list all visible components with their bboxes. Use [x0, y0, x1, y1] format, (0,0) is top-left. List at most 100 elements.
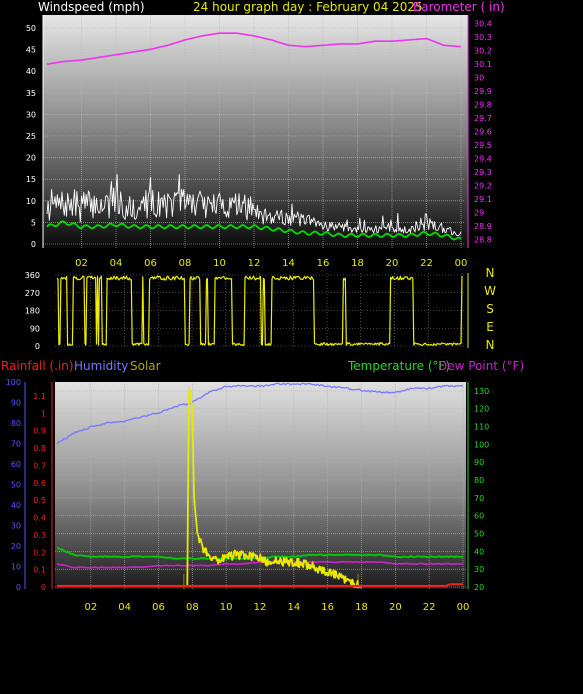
barometer-tick-label: 30.1 — [474, 60, 492, 69]
barometer-tick-label: 29 — [474, 208, 484, 217]
barometer-tick-label: 28.8 — [474, 235, 492, 244]
rainfall-tick-label: 0.4 — [33, 514, 46, 523]
hour-tick-label: 10 — [220, 602, 233, 613]
barometer-tick-label: 29.8 — [474, 101, 492, 110]
rainfall-tick-label: 0.5 — [33, 496, 46, 505]
hour-tick-label: 02 — [84, 602, 97, 613]
barometer-tick-label: 29.7 — [474, 114, 492, 123]
temperature-tick-label: 120 — [474, 405, 489, 414]
legend-solar: Solar — [130, 359, 161, 373]
temperature-tick-label: 50 — [474, 530, 484, 539]
rainfall-tick-label: 0.8 — [33, 444, 46, 453]
temperature-tick-label: 90 — [474, 458, 484, 467]
hour-tick-label: 16 — [317, 258, 330, 269]
humidity-tick-label: 30 — [11, 522, 21, 531]
hour-tick-label: 16 — [321, 602, 334, 613]
humidity-tick-label: 40 — [11, 501, 21, 510]
direction-degree-label: 360 — [25, 271, 40, 280]
barometer-tick-label: 29.5 — [474, 141, 492, 150]
rainfall-tick-label: 1.1 — [33, 392, 46, 401]
temperature-tick-label: 20 — [474, 583, 484, 592]
legend-temperature: Temperature (°F) — [347, 359, 450, 373]
humidity-tick-label: 50 — [11, 481, 21, 490]
hour-tick-label: 08 — [186, 602, 199, 613]
barometer-tick-label: 30.3 — [474, 33, 492, 42]
rainfall-tick-label: 1 — [41, 409, 46, 418]
hour-tick-label: 10 — [213, 258, 226, 269]
humidity-tick-label: 80 — [11, 419, 21, 428]
rainfall-ticks: 0 0.1 0.2 0.3 0.4 0.5 0.6 0.7 0.8 0.9 1 1.1 — [33, 392, 46, 592]
wind-direction-degree-ticks: 0 90 180 270 360 — [25, 271, 40, 351]
humidity-tick-label: 70 — [11, 440, 21, 449]
hour-tick-label: 04 — [118, 602, 131, 613]
temperature-tick-label: 80 — [474, 476, 484, 485]
compass-letter: N — [486, 266, 495, 280]
barometer-tick-label: 29.6 — [474, 128, 492, 137]
windspeed-tick-label: 0 — [31, 240, 36, 249]
barometer-ticks: 28.8 28.9 29 29.1 29.2 29.3 29.4 29.5 29.6 29.7 29… — [474, 20, 492, 245]
compass-letter: E — [486, 320, 494, 334]
compass-letter: S — [486, 302, 494, 316]
hour-tick-label: 06 — [152, 602, 165, 613]
temperature-tick-label: 60 — [474, 512, 484, 521]
hour-tick-label: 22 — [420, 258, 433, 269]
barometer-tick-label: 30.2 — [474, 47, 492, 56]
direction-degree-label: 0 — [35, 342, 40, 351]
temperature-tick-label: 30 — [474, 565, 484, 574]
barometer-tick-label: 29.9 — [474, 87, 492, 96]
rainfall-tick-label: 0.1 — [33, 566, 46, 575]
windspeed-tick-label: 50 — [26, 24, 36, 33]
hour-tick-label: 14 — [287, 602, 300, 613]
temperature-tick-label: 70 — [474, 494, 484, 503]
compass-letter: W — [484, 284, 496, 298]
barometer-tick-label: 30.4 — [474, 20, 492, 29]
rainfall-tick-label: 0.9 — [33, 427, 46, 436]
windspeed-axis-label: Windspeed (mph) — [38, 0, 145, 14]
rainfall-tick-label: 0.2 — [33, 548, 46, 557]
windspeed-tick-label: 20 — [26, 154, 36, 163]
direction-degree-label: 180 — [25, 307, 40, 316]
hour-tick-label: 22 — [423, 602, 436, 613]
humidity-tick-label: 10 — [11, 563, 21, 572]
legend-dewpoint: Dew Point (°F) — [438, 359, 524, 373]
direction-degree-label: 270 — [25, 289, 40, 298]
barometer-tick-label: 29.4 — [474, 154, 492, 163]
hour-tick-label: 06 — [144, 258, 157, 269]
hour-tick-label: 00 — [455, 258, 468, 269]
humidity-tick-label: 90 — [11, 399, 21, 408]
rainfall-tick-label: 0.6 — [33, 479, 46, 488]
hour-tick-label: 14 — [282, 258, 295, 269]
hour-tick-label: 12 — [248, 258, 261, 269]
graph-title: 24 hour graph day : February 04 2025 — [193, 0, 423, 14]
barometer-tick-label: 30 — [474, 74, 484, 83]
hour-tick-label: 00 — [457, 602, 470, 613]
barometer-tick-label: 29.1 — [474, 195, 492, 204]
barometer-axis-label: Barometer ( in) — [413, 0, 505, 14]
barometer-tick-label: 29.2 — [474, 181, 492, 190]
rainfall-tick-label: 0 — [41, 583, 46, 592]
temperature-tick-label: 130 — [474, 387, 489, 396]
humidity-tick-label: 20 — [11, 542, 21, 551]
hour-tick-label: 18 — [351, 258, 364, 269]
wind-baro-hour-ticks: 02 04 06 08 10 12 14 16 18 20 22 00 — [75, 258, 467, 269]
legend-humidity: Humidity — [74, 359, 128, 373]
windspeed-tick-label: 30 — [26, 110, 36, 119]
barometer-tick-label: 28.9 — [474, 222, 492, 231]
hour-tick-label: 20 — [386, 258, 399, 269]
temperature-tick-label: 110 — [474, 423, 489, 432]
windspeed-tick-label: 35 — [26, 89, 36, 98]
windspeed-tick-label: 10 — [26, 197, 36, 206]
compass-letters: NWSEN — [484, 266, 496, 352]
rainfall-tick-label: 0.7 — [33, 461, 46, 470]
weather-graphs: Windspeed (mph) 24 hour graph day : Febr… — [1, 0, 524, 613]
windspeed-ticks: 0 5 10 15 20 25 30 35 40 45 50 — [26, 24, 36, 249]
hour-tick-label: 18 — [355, 602, 368, 613]
humidity-tick-label: 100 — [6, 378, 21, 387]
humidity-ticks: 0 10 20 30 40 50 60 70 80 90 100 — [6, 378, 21, 592]
rainfall-tick-label: 0.3 — [33, 531, 46, 540]
temp-humidity-hour-ticks: 02 04 06 08 10 12 14 16 18 20 22 00 — [84, 602, 469, 613]
temperature-tick-label: 100 — [474, 440, 489, 449]
humidity-tick-label: 60 — [11, 460, 21, 469]
hour-tick-label: 12 — [254, 602, 267, 613]
compass-letter: N — [486, 338, 495, 352]
